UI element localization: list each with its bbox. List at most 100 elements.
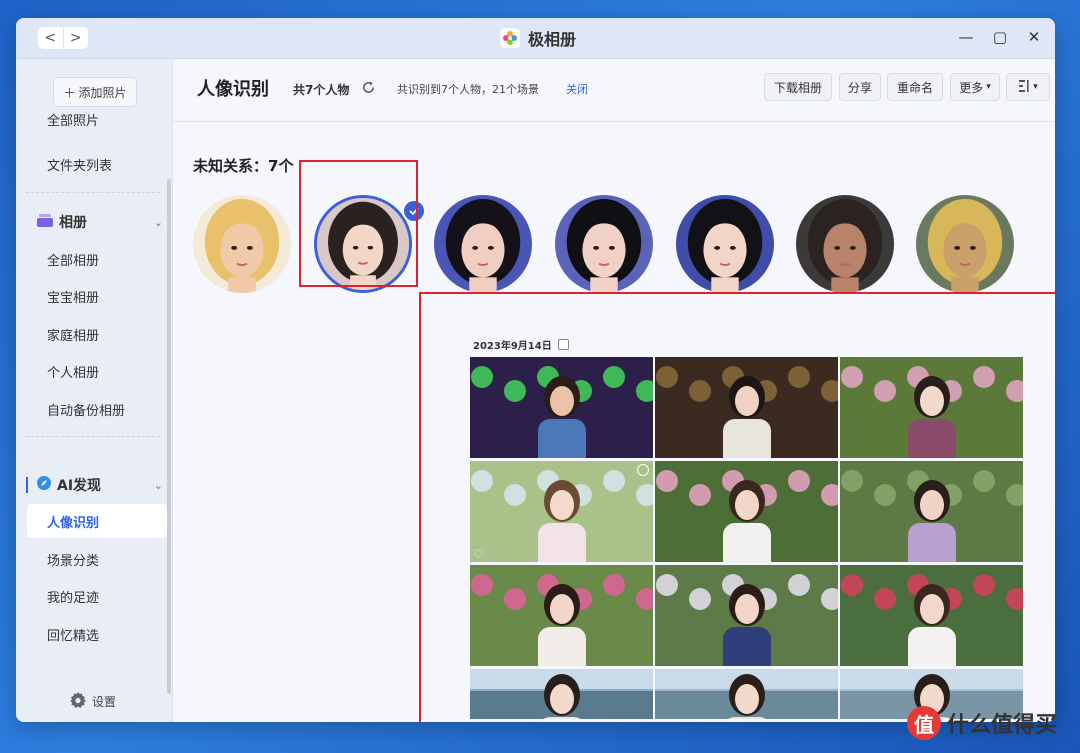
refresh-icon[interactable] [359,78,377,96]
sidebar-item-label: 场景分类 [47,553,100,569]
sidebar-item-face-recognition[interactable]: 人像识别 [27,504,167,538]
person-photo [555,195,653,293]
favorite-heart-icon[interactable]: ♡ [473,547,484,561]
page-title: 人像识别 [197,79,269,100]
sidebar: ＋ 添加照片 全部照片 文件夹列表 相册 ⌄ 全部相册 宝宝相册 家庭相册 个人… [16,59,173,722]
photo-image [655,461,838,562]
settings-button[interactable]: 设置 [70,692,116,711]
person-photo [193,195,291,293]
person-photo [676,195,774,293]
sidebar-item-label: 自动备份相册 [47,403,126,419]
photo-image [655,669,838,719]
photo-image [470,565,653,666]
person-avatar[interactable] [916,195,1014,293]
photo-thumbnail[interactable] [470,357,653,458]
photo-thumbnail[interactable] [655,357,838,458]
settings-label: 设置 [92,695,117,709]
sort-icon [1018,79,1030,96]
sidebar-item-folders[interactable]: 文件夹列表 [27,147,167,181]
sidebar-item-all-photos[interactable]: 全部照片 [27,109,167,129]
back-button[interactable]: < [38,27,64,49]
photo-thumbnail[interactable] [840,357,1023,458]
sidebar-item-label: 宝宝相册 [47,290,100,306]
chevron-down-icon[interactable]: ⌄ [154,479,163,492]
app-title-text: 极相册 [528,30,577,49]
close-summary-link[interactable]: 关闭 [566,81,588,97]
maximize-button[interactable]: ▢ [991,28,1009,46]
unknown-relation-title: 未知关系：7个 [193,157,294,175]
download-album-label: 下载相册 [773,80,822,95]
active-section-marker [26,477,28,493]
window-controls: — ▢ ✕ [957,28,1043,46]
chevron-down-icon[interactable]: ⌄ [154,216,163,229]
photo-thumbnail[interactable] [840,461,1023,562]
album-icon [37,213,53,231]
date-group-header: 2023年9月14日 [473,337,569,352]
sidebar-item-label: 人像识别 [47,515,100,531]
close-window-button[interactable]: ✕ [1025,28,1043,46]
add-photo-label: 添加照片 [78,85,127,100]
photo-image [470,669,653,719]
person-avatar[interactable] [193,195,291,293]
recognition-summary: 共识别到7个人物，21个场景 [397,83,539,96]
select-photo-checkbox[interactable] [637,464,649,476]
sidebar-item-label: 全部相册 [47,253,100,269]
sidebar-item-label: 文件夹列表 [47,158,113,174]
sidebar-divider [26,192,160,193]
app-window: < > 极相册 — ▢ ✕ ＋ 添加照片 全部照片 文件夹列表 相册 ⌄ 全部相… [16,18,1055,722]
ai-discover-icon [37,476,51,494]
sidebar-item-personal-albums[interactable]: 个人相册 [27,354,167,388]
ai-section-header[interactable]: AI发现 ⌄ [26,469,167,501]
sidebar-item-scenes[interactable]: 场景分类 [27,542,167,576]
photo-image [655,357,838,458]
person-avatar[interactable] [676,195,774,293]
select-date-checkbox[interactable] [557,339,569,350]
sidebar-item-footprints[interactable]: 我的足迹 [27,579,167,613]
chevron-down-icon: ▾ [1033,82,1038,92]
sidebar-item-family-albums[interactable]: 家庭相册 [27,317,167,351]
minimize-button[interactable]: — [957,28,975,46]
photo-image [655,565,838,666]
share-button[interactable]: 分享 [839,73,881,101]
photo-thumbnail[interactable]: ♡ [470,461,653,562]
photo-thumbnail[interactable] [655,669,838,719]
photo-image [840,461,1023,562]
photo-thumbnail[interactable] [470,565,653,666]
sidebar-item-memories[interactable]: 回忆精选 [27,617,167,651]
rename-label: 重命名 [896,80,933,95]
person-avatar[interactable] [796,195,894,293]
app-logo-icon [500,28,520,48]
download-album-button[interactable]: 下载相册 [764,73,832,101]
person-avatar[interactable] [434,195,532,293]
sidebar-scrollbar[interactable] [167,179,171,694]
chevron-down-icon: ▾ [986,82,991,92]
person-photo [796,195,894,293]
albums-section-header[interactable]: 相册 ⌄ [27,206,167,238]
date-label: 2023年9月14日 [473,341,552,352]
photo-image [470,357,653,458]
photo-image [840,357,1023,458]
photo-image [840,565,1023,666]
photo-thumbnail[interactable] [840,565,1023,666]
people-count: 共7个人物 [293,83,350,97]
more-button[interactable]: 更多 ▾ [950,73,1000,101]
main-content: 人像识别 共7个人物 共识别到7个人物，21个场景 关闭 下载相册 分享 重命名… [173,59,1055,722]
selected-face-highlight-box [299,160,418,287]
sidebar-item-backup-albums[interactable]: 自动备份相册 [27,392,167,426]
photo-thumbnail[interactable] [655,565,838,666]
site-watermark: 值 什么值得买 [907,706,1057,740]
person-photo [916,195,1014,293]
photo-grid: ♡ [470,357,1023,719]
photo-thumbnail[interactable] [470,669,653,719]
photo-thumbnail[interactable] [655,461,838,562]
more-label: 更多 [959,80,984,95]
sidebar-item-all-albums[interactable]: 全部相册 [27,242,167,276]
sidebar-item-baby-albums[interactable]: 宝宝相册 [27,279,167,313]
sort-button[interactable]: ▾ [1006,73,1050,101]
app-title: 极相册 [500,26,576,50]
person-avatar[interactable] [555,195,653,293]
rename-button[interactable]: 重命名 [887,73,943,101]
title-bar: < > 极相册 — ▢ ✕ [16,18,1055,59]
forward-button[interactable]: > [64,27,89,49]
add-photo-button[interactable]: ＋ 添加照片 [53,77,137,107]
